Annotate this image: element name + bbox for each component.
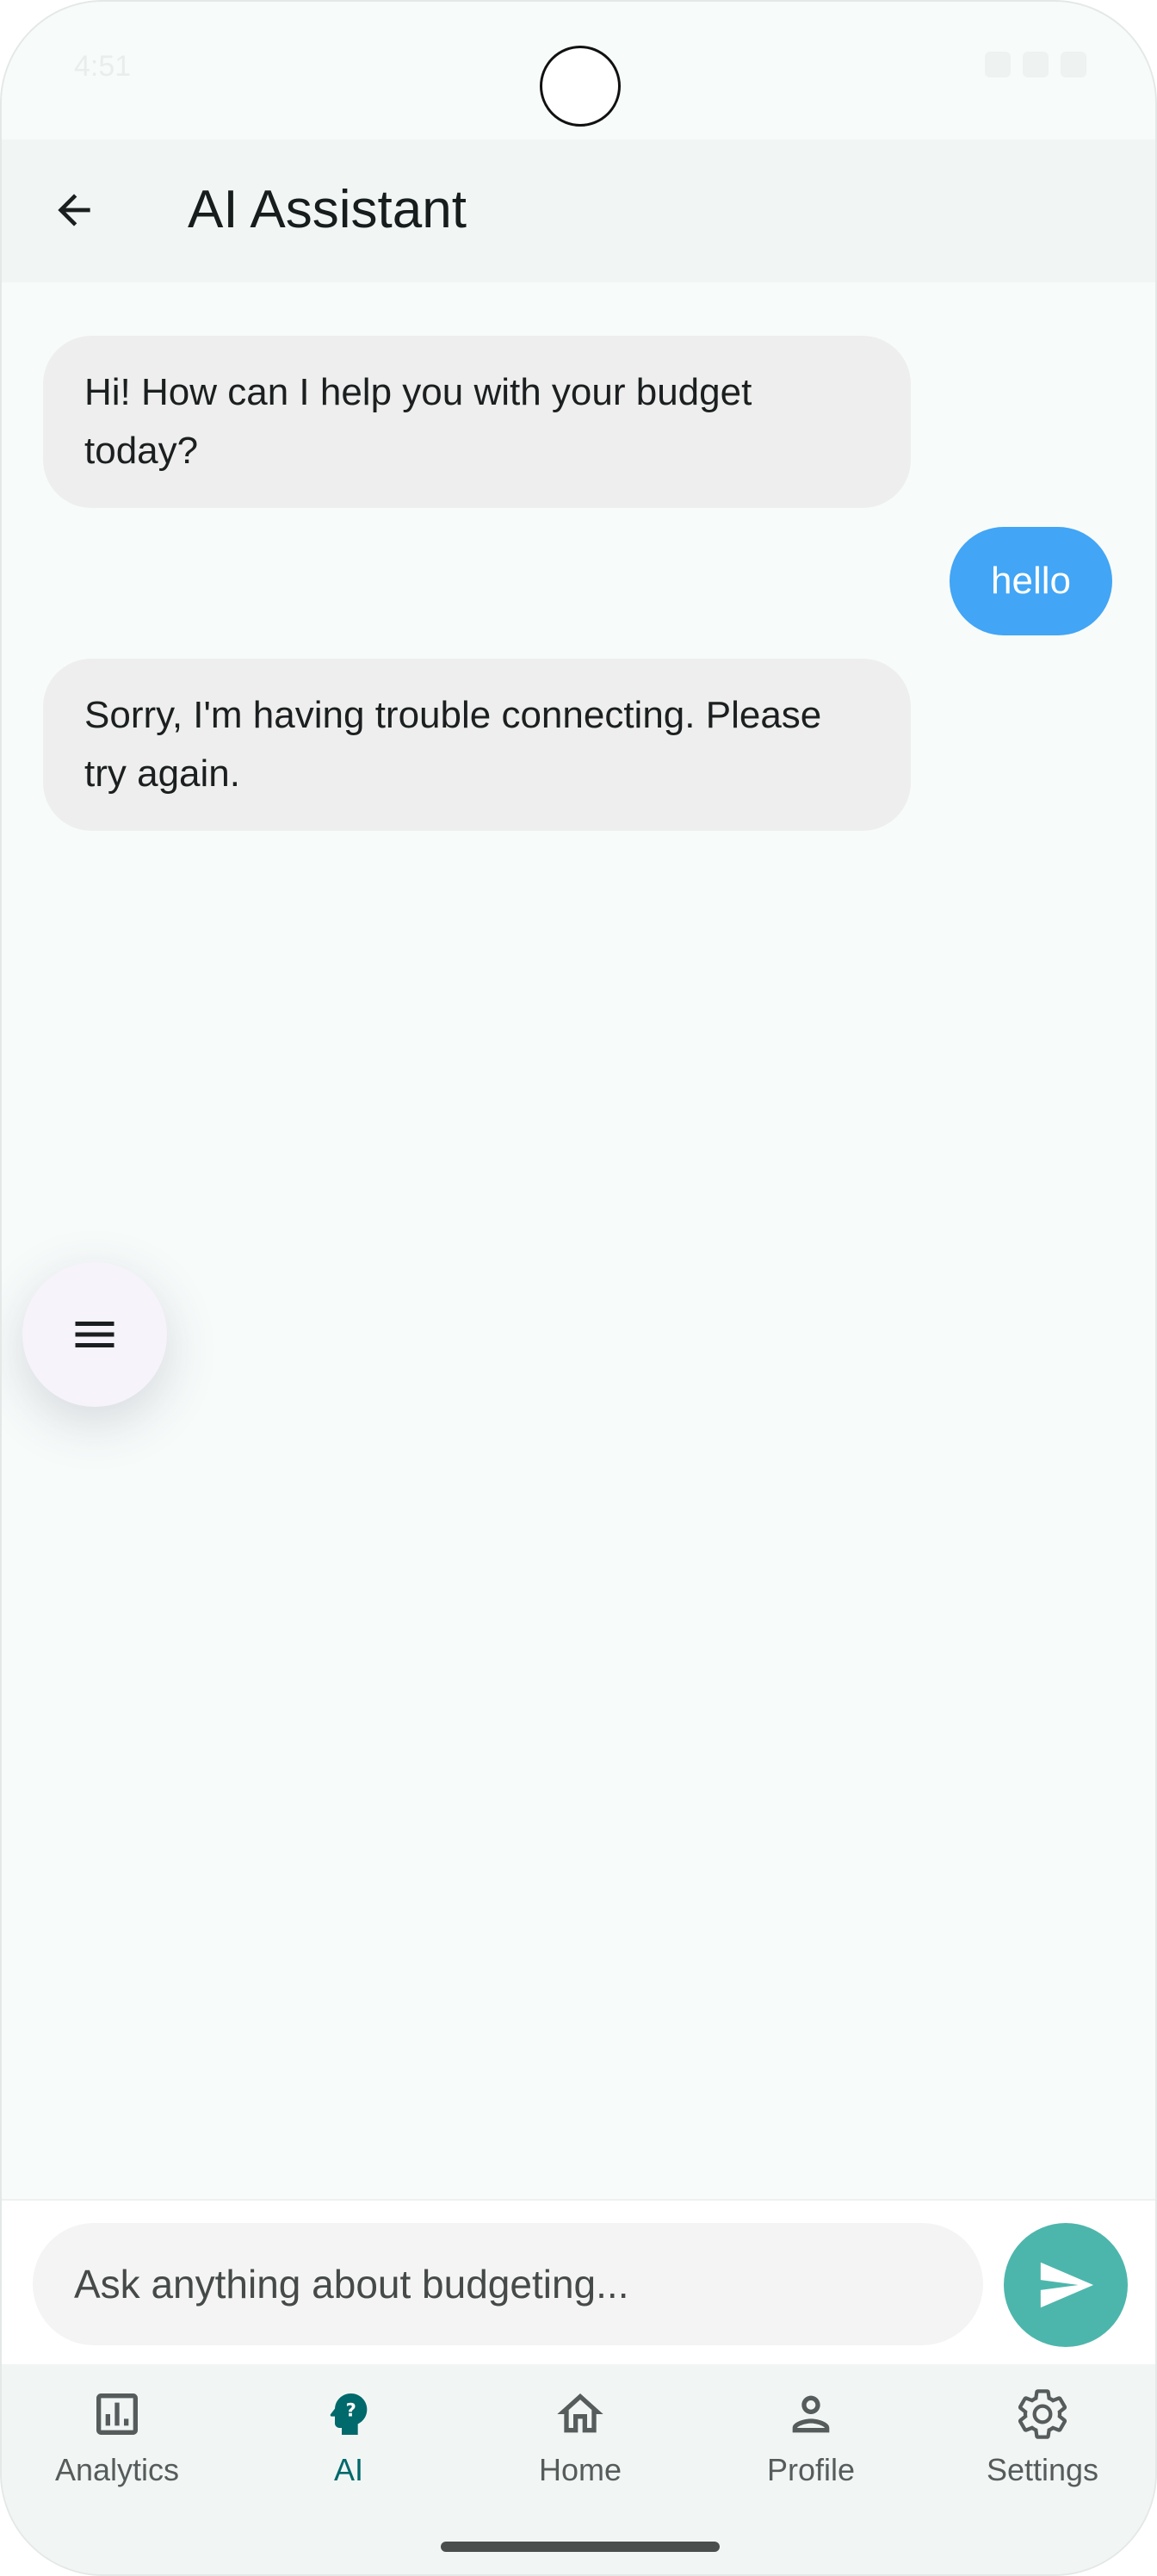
phone-screen: 4:51 AI Assistant Hi! How can I help you… (0, 0, 1157, 2576)
nav-item-settings[interactable]: Settings (939, 2387, 1146, 2516)
battery-icon (1061, 52, 1086, 77)
nav-item-analytics[interactable]: Analytics (14, 2387, 220, 2516)
profile-icon (783, 2387, 838, 2442)
analytics-icon (90, 2387, 145, 2442)
home-icon (553, 2387, 608, 2442)
arrow-back-icon (58, 194, 90, 226)
nav-label-analytics: Analytics (54, 2452, 180, 2487)
message-input[interactable]: Ask anything about budgeting... (33, 2223, 983, 2345)
ai-help-icon: ? (321, 2387, 376, 2442)
settings-icon (1015, 2387, 1070, 2442)
message-input-placeholder: Ask anything about budgeting... (74, 2262, 629, 2307)
home-indicator[interactable] (441, 2542, 720, 2552)
send-icon (1040, 2262, 1094, 2308)
send-button[interactable] (1004, 2223, 1128, 2347)
assistant-message: Sorry, I'm having trouble connecting. Pl… (43, 659, 911, 831)
wifi-icon (985, 52, 1011, 77)
nav-label-settings: Settings (986, 2452, 1099, 2487)
nav-label-profile: Profile (766, 2452, 856, 2487)
page-title: AI Assistant (188, 180, 467, 239)
menu-icon (75, 1322, 114, 1347)
camera-cutout (540, 46, 621, 127)
status-time: 4:51 (74, 50, 132, 83)
app-bar (2, 139, 1155, 282)
menu-button[interactable] (22, 1262, 167, 1407)
nav-item-profile[interactable]: Profile (708, 2387, 914, 2516)
nav-label-home: Home (538, 2452, 622, 2487)
signal-icon (1023, 52, 1049, 77)
svg-text:?: ? (345, 2400, 356, 2422)
nav-item-home[interactable]: Home (477, 2387, 684, 2516)
assistant-message: Hi! How can I help you with your budget … (43, 336, 911, 508)
back-button[interactable] (40, 176, 108, 245)
nav-item-ai[interactable]: ? AI (245, 2387, 452, 2516)
nav-label-ai: AI (333, 2452, 363, 2487)
status-icons (985, 52, 1086, 77)
user-message: hello (950, 527, 1112, 635)
